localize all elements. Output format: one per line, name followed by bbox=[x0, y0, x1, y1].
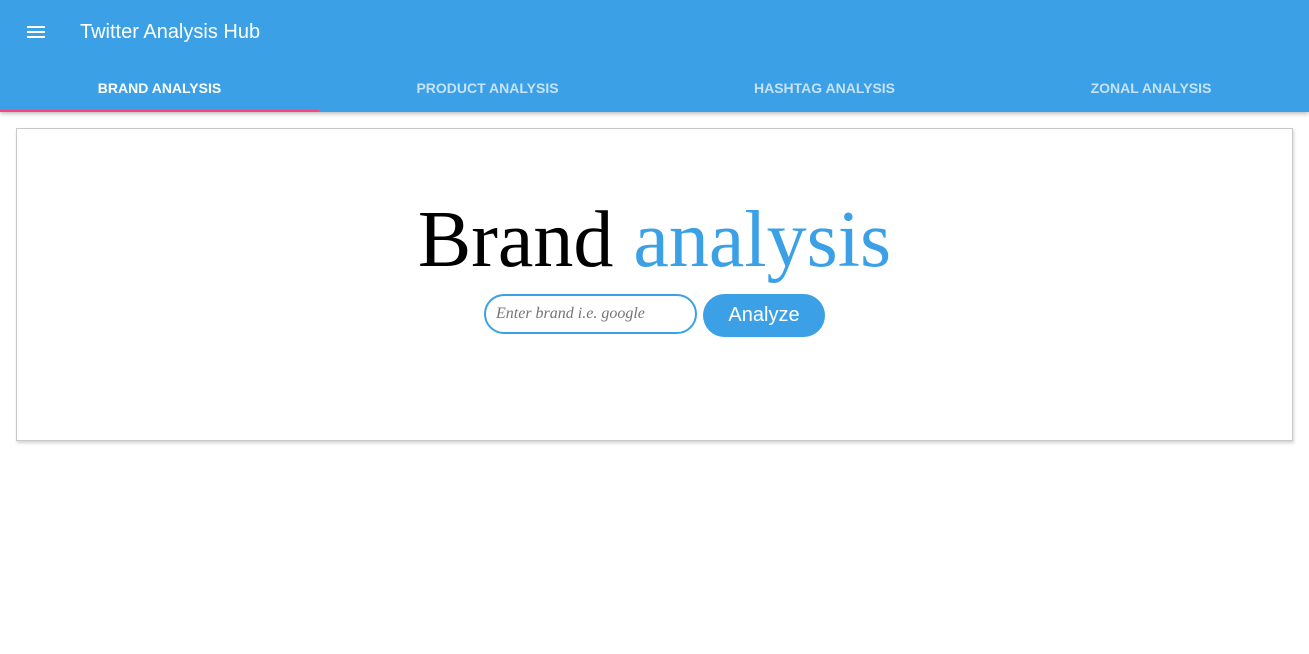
page-heading: Brand analysis bbox=[17, 193, 1292, 287]
heading-word-analysis: analysis bbox=[633, 196, 892, 284]
tab-brand-analysis[interactable]: BRAND ANALYSIS bbox=[0, 64, 319, 112]
app-bar: Twitter Analysis Hub BRAND ANALYSIS PROD… bbox=[0, 0, 1309, 112]
brand-search-input[interactable] bbox=[484, 294, 697, 334]
active-tab-indicator bbox=[0, 110, 319, 112]
analyze-button[interactable]: Analyze bbox=[703, 294, 825, 337]
brand-analysis-card: Brand analysis Analyze bbox=[16, 128, 1293, 441]
tab-product-analysis[interactable]: PRODUCT ANALYSIS bbox=[319, 64, 656, 112]
tab-hashtag-analysis[interactable]: HASHTAG ANALYSIS bbox=[656, 64, 993, 112]
toolbar: Twitter Analysis Hub bbox=[0, 0, 1309, 64]
menu-icon[interactable] bbox=[24, 20, 48, 44]
tab-zonal-analysis[interactable]: ZONAL ANALYSIS bbox=[993, 64, 1309, 112]
heading-word-brand: Brand bbox=[417, 196, 614, 284]
tab-bar: BRAND ANALYSIS PRODUCT ANALYSIS HASHTAG … bbox=[0, 64, 1309, 112]
app-title: Twitter Analysis Hub bbox=[80, 21, 261, 43]
